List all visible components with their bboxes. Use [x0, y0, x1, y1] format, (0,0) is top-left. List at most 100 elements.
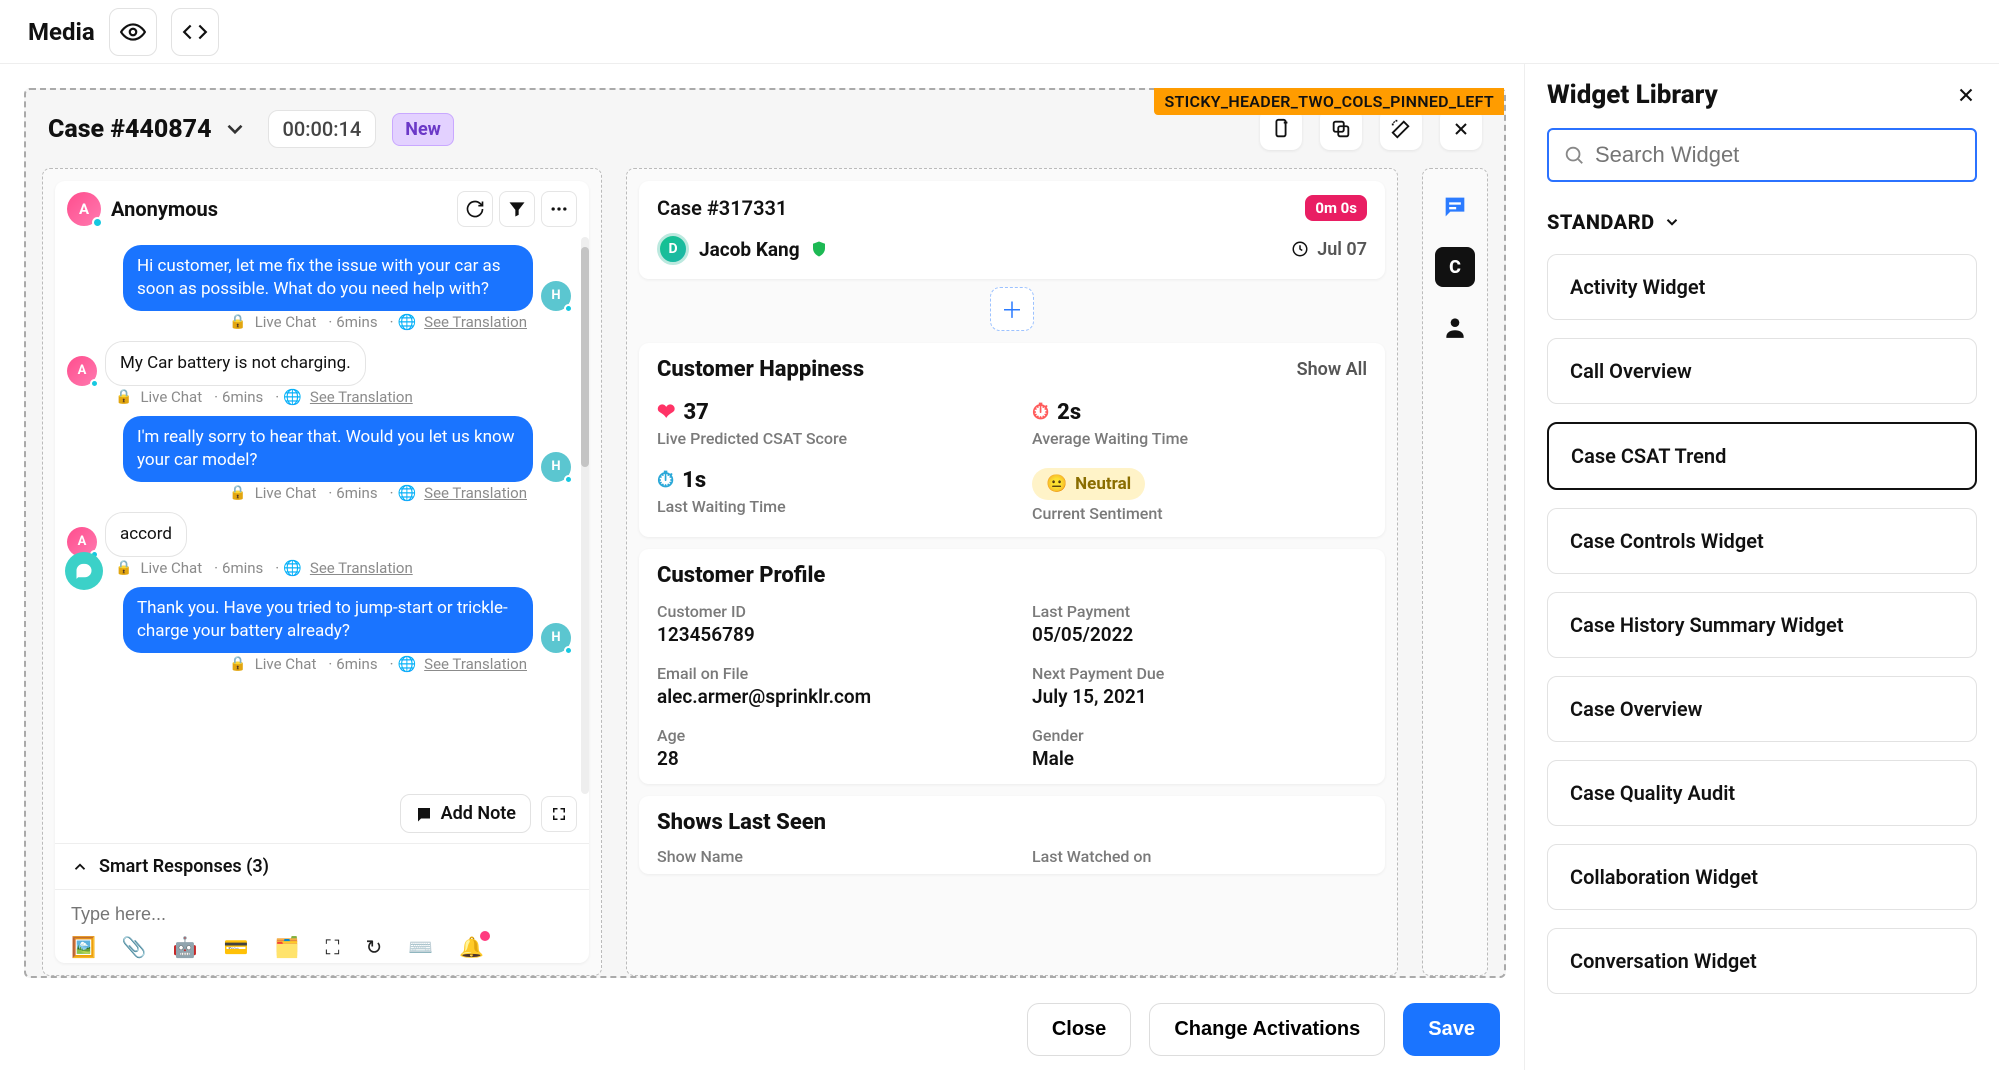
widget-item[interactable]: Collaboration Widget — [1547, 844, 1977, 910]
message-time: 6mins — [324, 484, 377, 502]
agent-avatar: H — [541, 623, 571, 653]
close-button[interactable]: Close — [1027, 1003, 1131, 1056]
message-source: Live Chat — [255, 655, 317, 673]
fullscreen-button[interactable]: ⛶ — [326, 935, 340, 959]
linked-case-card[interactable]: Case #317331 0m 0s D Jacob Kang — [639, 181, 1385, 279]
last-wait-label: Last Waiting Time — [657, 497, 992, 516]
smart-responses-toggle[interactable]: Smart Responses (3) — [55, 843, 589, 889]
agent-avatar: H — [541, 281, 571, 311]
message-source: Live Chat — [140, 559, 202, 577]
expand-icon — [550, 805, 568, 823]
heart-icon: ❤ — [657, 400, 675, 425]
person-icon — [1442, 314, 1468, 340]
save-button[interactable]: Save — [1403, 1003, 1500, 1056]
see-translation-link[interactable]: See Translation — [424, 484, 527, 502]
widget-list: Activity Widget Call Overview Case CSAT Tr… — [1547, 254, 1977, 1014]
sentiment-badge: 😐Neutral — [1032, 468, 1145, 500]
search-input[interactable] — [1595, 142, 1961, 168]
gender-label: Gender — [1032, 726, 1367, 745]
linked-case-title: Case #317331 — [657, 196, 787, 220]
rail-c-tab[interactable]: C — [1435, 247, 1475, 287]
filter-button[interactable] — [499, 191, 535, 227]
magic-wand-icon — [1390, 118, 1412, 140]
linked-case-timer: 0m 0s — [1305, 195, 1367, 221]
preview-button[interactable] — [109, 8, 157, 56]
widget-item[interactable]: Case Controls Widget — [1547, 508, 1977, 574]
widget-item[interactable]: Case Quality Audit — [1547, 760, 1977, 826]
chevron-down-icon — [1663, 213, 1681, 231]
widget-search-container[interactable] — [1547, 128, 1977, 182]
last-payment-value: 05/05/2022 — [1032, 623, 1367, 646]
age-value: 28 — [657, 747, 992, 770]
next-payment-value: July 15, 2021 — [1032, 685, 1367, 708]
chat-message: I'm really sorry to hear that. Would you… — [123, 416, 533, 482]
widget-category-toggle[interactable]: STANDARD — [1547, 210, 1977, 234]
chevron-down-icon[interactable] — [222, 116, 248, 142]
add-widget-button[interactable]: ＋ — [990, 287, 1034, 331]
see-translation-link[interactable]: See Translation — [424, 313, 527, 331]
message-time: 6mins — [324, 313, 377, 331]
see-translation-link[interactable]: See Translation — [424, 655, 527, 673]
floating-chat-button[interactable] — [65, 552, 103, 590]
note-icon — [415, 805, 433, 823]
send-button[interactable]: 🔔 — [459, 935, 484, 959]
refresh-icon — [465, 199, 485, 219]
code-button[interactable] — [171, 8, 219, 56]
case-timer: 00:00:14 — [268, 110, 377, 148]
attach-button[interactable]: 📎 — [122, 935, 147, 959]
keyboard-button[interactable]: ⌨️ — [408, 935, 433, 959]
linked-case-date: Jul 07 — [1317, 239, 1367, 260]
change-activations-button[interactable]: Change Activations — [1149, 1003, 1385, 1056]
message-source: Live Chat — [255, 484, 317, 502]
chat-scrollbar[interactable] — [581, 237, 589, 794]
rail-profile-tab[interactable] — [1435, 307, 1475, 347]
refresh-button[interactable] — [457, 191, 493, 227]
lock-icon: 🔒 — [115, 560, 132, 576]
bot-button[interactable]: 🤖 — [173, 935, 198, 959]
chat-bubble-icon — [74, 561, 94, 581]
compose-input[interactable] — [71, 904, 573, 925]
add-note-button[interactable]: Add Note — [400, 794, 531, 833]
case-status-badge: New — [392, 113, 454, 146]
expand-note-button[interactable] — [541, 796, 577, 832]
rail-chat-tab[interactable] — [1435, 187, 1475, 227]
assigned-agent-name: Jacob Kang — [699, 238, 800, 261]
chat-message-area: Hi customer, let me fix the issue with y… — [55, 237, 589, 794]
stopwatch-icon: ⏱ — [1032, 400, 1049, 425]
widget-item[interactable]: Activity Widget — [1547, 254, 1977, 320]
last-wait-value: 1s — [682, 468, 706, 493]
avatar-initial: A — [79, 200, 89, 218]
case-title: Case #440874 — [48, 115, 212, 144]
customer-avatar: A — [67, 192, 101, 226]
see-translation-link[interactable]: See Translation — [310, 559, 413, 577]
age-label: Age — [657, 726, 992, 745]
shows-col-watched: Last Watched on — [1032, 847, 1367, 866]
widget-item[interactable]: Call Overview — [1547, 338, 1977, 404]
avg-wait-label: Average Waiting Time — [1032, 429, 1367, 448]
add-note-label: Add Note — [441, 803, 516, 824]
widget-item[interactable]: Conversation Widget — [1547, 928, 1977, 994]
widget-item[interactable]: Case History Summary Widget — [1547, 592, 1977, 658]
see-translation-link[interactable]: See Translation — [310, 388, 413, 406]
happiness-title: Customer Happiness — [657, 357, 864, 382]
avg-wait-value: 2s — [1057, 400, 1081, 425]
close-library-button[interactable] — [1955, 84, 1977, 106]
message-time: 6mins — [324, 655, 377, 673]
template-button[interactable]: 🗂️ — [275, 935, 300, 959]
reassign-button[interactable]: ↻ — [366, 935, 383, 959]
more-button[interactable] — [541, 191, 577, 227]
message-time: 6mins — [210, 388, 263, 406]
email-value: alec.armer@sprinklr.com — [657, 685, 992, 708]
duplicate-icon — [1330, 118, 1352, 140]
close-icon — [1451, 119, 1471, 139]
show-all-button[interactable]: Show All — [1297, 359, 1367, 380]
image-button[interactable]: 🖼️ — [71, 935, 96, 959]
shows-title: Shows Last Seen — [657, 810, 1367, 835]
lock-icon: 🔒 — [229, 656, 246, 672]
customer-id-value: 123456789 — [657, 623, 992, 646]
card-button[interactable]: 💳 — [224, 935, 249, 959]
globe-icon: 🌐 — [271, 388, 302, 406]
widget-item[interactable]: Case CSAT Trend — [1547, 422, 1977, 490]
lock-icon: 🔒 — [229, 314, 246, 330]
widget-item[interactable]: Case Overview — [1547, 676, 1977, 742]
